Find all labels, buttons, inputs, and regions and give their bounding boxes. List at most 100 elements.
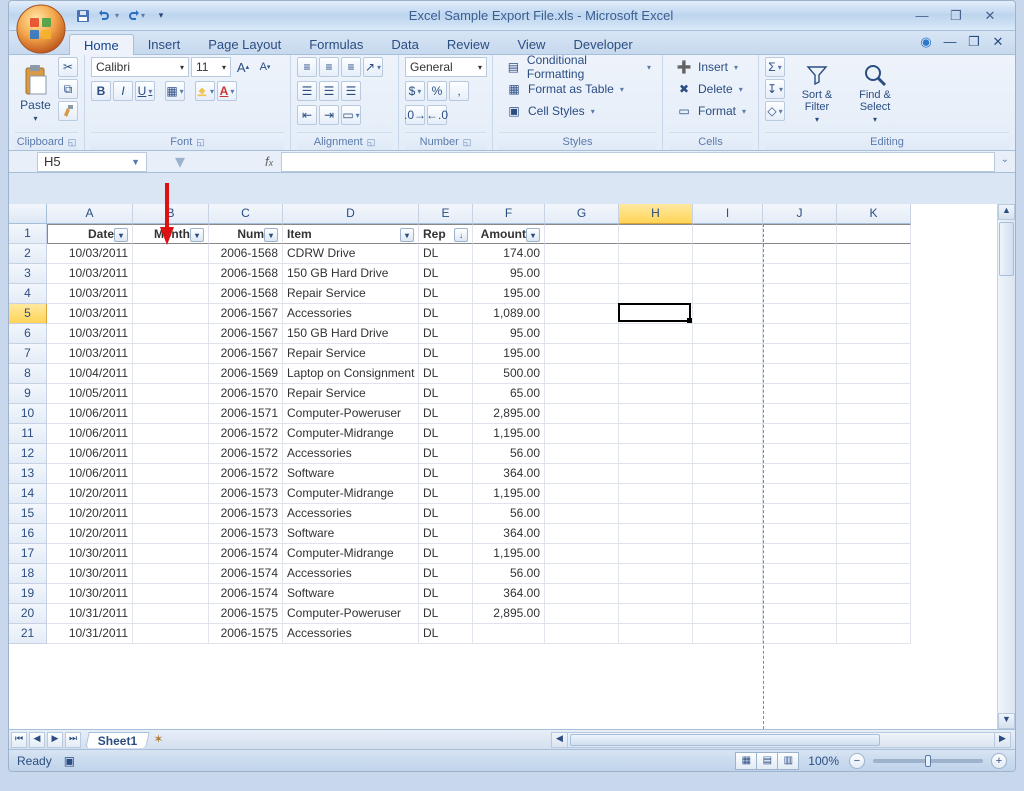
filter-dropdown-icon[interactable]: ▾ — [190, 228, 204, 242]
cell[interactable] — [763, 244, 837, 264]
cell[interactable] — [545, 504, 619, 524]
cell[interactable]: Repair Service — [283, 344, 419, 364]
cell[interactable]: 2006-1572 — [209, 424, 283, 444]
cell[interactable]: 10/03/2011 — [47, 304, 133, 324]
cell[interactable]: 2006-1572 — [209, 464, 283, 484]
row-header-9[interactable]: 9 — [9, 384, 47, 404]
column-header-J[interactable]: J — [763, 204, 837, 224]
cell[interactable] — [133, 504, 209, 524]
filter-dropdown-icon[interactable]: ▾ — [114, 228, 128, 242]
row-header-5[interactable]: 5 — [9, 304, 47, 324]
cell[interactable]: 1,089.00 — [473, 304, 545, 324]
cell[interactable] — [763, 544, 837, 564]
cell[interactable] — [763, 444, 837, 464]
clipboard-launcher-icon[interactable]: ◱ — [68, 137, 77, 148]
cell[interactable] — [763, 224, 837, 244]
filter-dropdown-icon[interactable]: ↓ — [454, 228, 468, 242]
cell[interactable] — [545, 544, 619, 564]
cell[interactable] — [763, 564, 837, 584]
cell[interactable] — [837, 224, 911, 244]
column-header-K[interactable]: K — [837, 204, 911, 224]
font-color-icon[interactable]: A — [217, 81, 237, 101]
cell[interactable]: DL — [419, 264, 473, 284]
cell[interactable] — [473, 624, 545, 644]
cell[interactable]: DL — [419, 384, 473, 404]
row-header-8[interactable]: 8 — [9, 364, 47, 384]
help-icon[interactable]: ◉ — [919, 34, 933, 50]
cell[interactable] — [619, 284, 693, 304]
cell[interactable] — [619, 584, 693, 604]
cell[interactable]: 56.00 — [473, 504, 545, 524]
row-header-21[interactable]: 21 — [9, 624, 47, 644]
format-as-table-button[interactable]: ▦ Format as Table — [499, 79, 629, 99]
orientation-icon[interactable]: ↗ — [363, 57, 383, 77]
cell[interactable] — [837, 424, 911, 444]
cell[interactable] — [619, 524, 693, 544]
row-header-6[interactable]: 6 — [9, 324, 47, 344]
cell[interactable]: Computer-Midrange — [283, 544, 419, 564]
cell[interactable]: 10/31/2011 — [47, 624, 133, 644]
cell[interactable] — [545, 224, 619, 244]
cell[interactable]: 10/20/2011 — [47, 484, 133, 504]
tab-home[interactable]: Home — [69, 34, 134, 55]
cell[interactable]: 95.00 — [473, 264, 545, 284]
cell[interactable]: 174.00 — [473, 244, 545, 264]
cell[interactable]: 195.00 — [473, 284, 545, 304]
cell[interactable]: 10/20/2011 — [47, 524, 133, 544]
cell[interactable]: 56.00 — [473, 564, 545, 584]
cell[interactable] — [133, 404, 209, 424]
cell[interactable]: ▾Item — [283, 224, 419, 244]
cell[interactable] — [837, 344, 911, 364]
cell[interactable]: DL — [419, 424, 473, 444]
cell[interactable]: DL — [419, 484, 473, 504]
cell[interactable] — [837, 464, 911, 484]
cell[interactable] — [545, 344, 619, 364]
cell[interactable]: 10/06/2011 — [47, 464, 133, 484]
cell[interactable]: Accessories — [283, 504, 419, 524]
column-header-H[interactable]: H — [619, 204, 693, 224]
zoom-in-button[interactable]: + — [991, 753, 1007, 769]
cell[interactable] — [619, 424, 693, 444]
cell[interactable]: 95.00 — [473, 324, 545, 344]
office-button[interactable] — [15, 3, 67, 55]
increase-indent-icon[interactable]: ⇥ — [319, 105, 339, 125]
cell[interactable]: 10/03/2011 — [47, 324, 133, 344]
cell[interactable]: 2006-1568 — [209, 264, 283, 284]
minimize-button[interactable]: — — [911, 8, 933, 24]
cell[interactable] — [837, 544, 911, 564]
tab-data[interactable]: Data — [377, 34, 432, 54]
cell[interactable]: 10/06/2011 — [47, 424, 133, 444]
cell[interactable] — [133, 264, 209, 284]
cell[interactable] — [693, 244, 763, 264]
font-name-combo[interactable]: Calibri▾ — [91, 57, 189, 77]
cell[interactable]: 65.00 — [473, 384, 545, 404]
cell[interactable] — [619, 344, 693, 364]
cell[interactable]: DL — [419, 444, 473, 464]
cell[interactable]: Computer-Midrange — [283, 484, 419, 504]
sort-filter-button[interactable]: Sort & Filter▾ — [791, 57, 843, 129]
cell[interactable]: 2006-1574 — [209, 564, 283, 584]
cell[interactable] — [763, 364, 837, 384]
cell[interactable] — [693, 584, 763, 604]
cell[interactable] — [619, 264, 693, 284]
cell[interactable] — [545, 284, 619, 304]
tab-nav-last[interactable]: ⏭ — [65, 732, 81, 748]
cell[interactable] — [693, 564, 763, 584]
cell[interactable] — [693, 304, 763, 324]
cell[interactable] — [693, 344, 763, 364]
cell[interactable] — [763, 524, 837, 544]
tab-page-layout[interactable]: Page Layout — [194, 34, 295, 54]
cell[interactable]: DL — [419, 404, 473, 424]
comma-format-icon[interactable]: , — [449, 81, 469, 101]
align-top-icon[interactable]: ≡ — [297, 57, 317, 77]
cell[interactable]: 2006-1573 — [209, 504, 283, 524]
cell[interactable]: DL — [419, 364, 473, 384]
cell[interactable]: 10/03/2011 — [47, 284, 133, 304]
align-left-icon[interactable]: ☰ — [297, 81, 317, 101]
cell[interactable] — [619, 224, 693, 244]
cell[interactable] — [837, 404, 911, 424]
row-header-1[interactable]: 1 — [9, 224, 47, 244]
scroll-down-button[interactable]: ▼ — [998, 713, 1015, 729]
cell[interactable] — [545, 464, 619, 484]
cell[interactable]: Computer-Poweruser — [283, 604, 419, 624]
